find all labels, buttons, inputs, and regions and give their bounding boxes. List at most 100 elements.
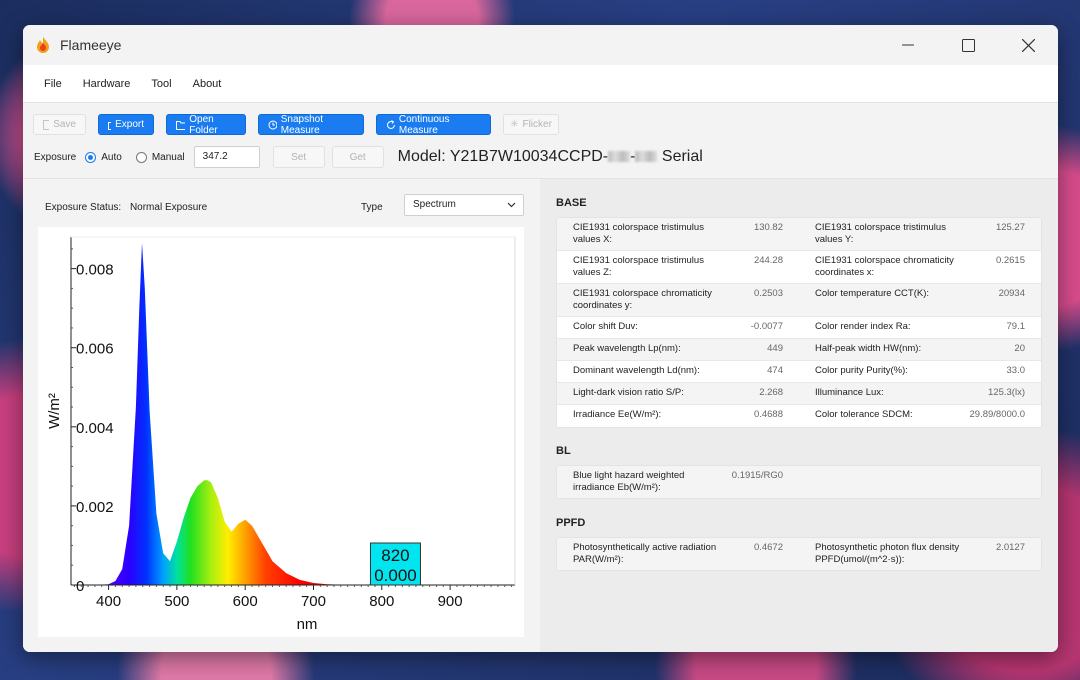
param-value: 0.1915/RG0 xyxy=(731,470,783,481)
spectrum-area xyxy=(94,242,369,585)
param-row: Light-dark vision ratio S/P: 2.268 Illumin… xyxy=(557,383,1041,405)
x-axis-label: nm xyxy=(297,616,318,633)
save-icon xyxy=(43,119,50,130)
manual-label: Manual xyxy=(151,151,185,163)
param-label: Dominant wavelength Ld(nm): xyxy=(573,365,700,376)
y-tick-label: 0.006 xyxy=(76,341,114,358)
param-value: 20934 xyxy=(998,288,1025,299)
param-value: 0.2503 xyxy=(753,288,783,299)
x-tick-label: 600 xyxy=(233,593,258,610)
cursor-y-value: 0.000 xyxy=(374,566,417,585)
y-tick-label: 0.008 xyxy=(76,262,114,279)
menu-file[interactable]: File xyxy=(44,78,62,90)
x-tick-label: 900 xyxy=(438,593,463,610)
ppfd-card: Photosynthetically active radiation PAR(… xyxy=(556,537,1042,571)
exposure-auto-radio[interactable] xyxy=(85,151,97,163)
x-tick-label: 400 xyxy=(96,593,121,610)
spectrum-panel: Exposure Status: Normal Exposure Type Sp… xyxy=(23,179,540,652)
snapshot-icon xyxy=(268,120,277,129)
param-cell: Half-peak width HW(nm): 20 xyxy=(799,339,1041,360)
snapshot-measure-button[interactable]: Snapshot Measure xyxy=(258,114,364,136)
flicker-button[interactable]: ✳ Flicker xyxy=(503,114,559,135)
exposure-status: Exposure Status: Normal Exposure xyxy=(45,202,208,213)
flame-icon xyxy=(37,37,49,53)
param-row: Peak wavelength Lp(nm): 449 Half-peak widt… xyxy=(557,339,1041,361)
exposure-manual-radio[interactable] xyxy=(135,151,147,163)
param-label xyxy=(815,470,970,494)
param-cell: CIE1931 colorspace tristimulus values Z:… xyxy=(557,251,799,283)
chevron-down-icon xyxy=(507,202,516,208)
param-label: CIE1931 colorspace tristimulus values Z: xyxy=(573,255,704,278)
type-select[interactable]: Spectrum xyxy=(404,194,524,216)
param-cell: Photosynthetic photon flux density PPFD(… xyxy=(799,538,1041,570)
param-value: 2.268 xyxy=(759,387,783,398)
param-value: 130.82 xyxy=(753,222,783,233)
type-label: Type xyxy=(361,202,383,213)
section-title-bl: BL xyxy=(556,445,571,457)
param-row: Color shift Duv: -0.0077 Color render inde… xyxy=(557,317,1041,339)
close-button[interactable] xyxy=(998,25,1058,65)
param-label: Blue light hazard weighted irradiance Eb… xyxy=(573,470,685,493)
param-label: Light-dark vision ratio S/P: xyxy=(573,387,684,398)
param-cell: Irradiance Ee(W/m²): 0.4688 xyxy=(557,405,799,427)
param-cell: CIE1931 colorspace tristimulus values Y:… xyxy=(799,218,1041,250)
menu-about[interactable]: About xyxy=(193,78,222,90)
param-cell: Blue light hazard weighted irradiance Eb… xyxy=(557,466,799,498)
y-tick-label: 0.002 xyxy=(76,499,114,516)
close-icon xyxy=(1021,38,1035,52)
param-cell: Photosynthetically active radiation PAR(… xyxy=(557,538,799,570)
param-label: Peak wavelength Lp(nm): xyxy=(573,343,681,354)
param-cell: Color shift Duv: -0.0077 xyxy=(557,317,799,338)
param-label: CIE1931 colorspace chromaticity coordina… xyxy=(815,255,954,278)
menu-bar: File Hardware Tool About xyxy=(23,65,1058,103)
param-cell: Color render index Ra: 79.1 xyxy=(799,317,1041,338)
auto-label: Auto xyxy=(101,151,122,163)
param-row: Blue light hazard weighted irradiance Eb… xyxy=(557,466,1041,498)
app-window: Flameeye File Hardware Tool About Save E… xyxy=(23,25,1058,652)
param-value: 474 xyxy=(767,365,783,376)
set-button[interactable]: Set xyxy=(272,146,325,168)
param-label: Irradiance Ee(W/m²): xyxy=(573,409,662,420)
param-value: 33.0 xyxy=(1006,365,1026,376)
get-button[interactable]: Get xyxy=(331,146,384,168)
minimize-button[interactable] xyxy=(878,25,938,65)
export-icon xyxy=(108,121,112,130)
menu-tool[interactable]: Tool xyxy=(151,78,171,90)
y-tick-label: 0.004 xyxy=(76,420,114,437)
save-button[interactable]: Save xyxy=(33,114,86,135)
param-value: 79.1 xyxy=(1006,321,1026,332)
param-cell: Illuminance Lux: 125.3(lx) xyxy=(799,383,1041,404)
param-cell: CIE1931 colorspace chromaticity coordina… xyxy=(799,251,1041,283)
param-cell: Color tolerance SDCM: 29.89/8000.0 xyxy=(799,405,1041,427)
param-label: CIE1931 colorspace tristimulus values Y: xyxy=(815,222,946,245)
base-card: CIE1931 colorspace tristimulus values X:… xyxy=(556,217,1042,428)
maximize-button[interactable] xyxy=(938,25,998,65)
spectrum-chart: 400 500 600 700 800 900 0 0.002 0.004 0.006 0.008 n… xyxy=(38,227,524,637)
param-value: 244.28 xyxy=(753,255,783,266)
folder-icon xyxy=(176,120,186,130)
title-bar: Flameeye xyxy=(23,25,1058,65)
open-folder-button[interactable]: Open Folder xyxy=(166,114,246,136)
param-label: Color purity Purity(%): xyxy=(815,365,908,376)
param-value: 29.89/8000.0 xyxy=(969,409,1025,420)
menu-hardware[interactable]: Hardware xyxy=(83,78,131,90)
param-row: Irradiance Ee(W/m²): 0.4688 Color toleranc… xyxy=(557,405,1041,427)
param-label: Illuminance Lux: xyxy=(815,387,884,398)
param-value: 449 xyxy=(767,343,783,354)
export-button[interactable]: Export xyxy=(98,114,154,135)
redacted-text xyxy=(608,151,631,163)
param-cell xyxy=(799,466,1041,498)
continuous-measure-button[interactable]: Continuous Measure xyxy=(376,114,491,136)
param-value: 125.3(lx) xyxy=(988,387,1025,398)
x-tick-label: 800 xyxy=(369,593,394,610)
param-label: Photosynthetic photon flux density PPFD(… xyxy=(815,542,960,565)
flicker-icon: ✳ xyxy=(510,119,519,130)
param-label: Photosynthetically active radiation PAR(… xyxy=(573,542,717,565)
x-tick-label: 700 xyxy=(301,593,326,610)
app-title: Flameeye xyxy=(60,37,122,53)
param-row: Photosynthetically active radiation PAR(… xyxy=(557,538,1041,570)
param-label: Half-peak width HW(nm): xyxy=(815,343,922,354)
exposure-label: Exposure xyxy=(34,151,77,163)
exposure-value-input[interactable]: 347.2 xyxy=(193,146,260,168)
param-cell: Color purity Purity(%): 33.0 xyxy=(799,361,1041,382)
